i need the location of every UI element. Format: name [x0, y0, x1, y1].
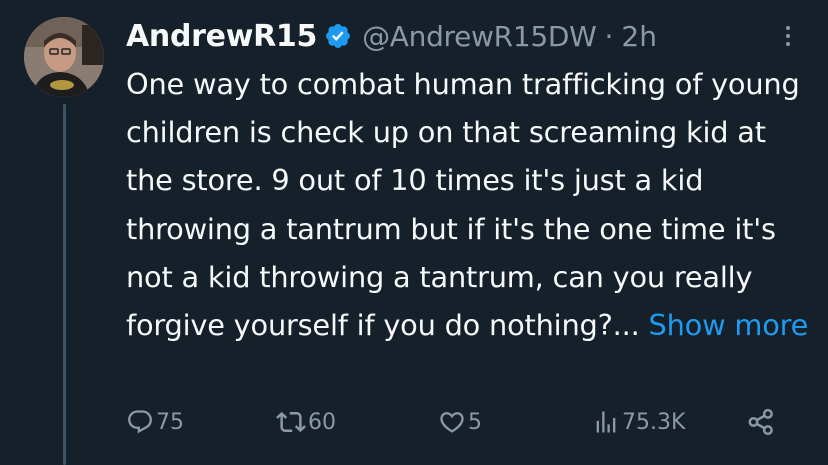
- views-count: 75.3K: [622, 409, 686, 435]
- reply-count: 75: [156, 409, 184, 435]
- thread-line: [63, 104, 66, 465]
- retweet-button[interactable]: 60: [276, 402, 336, 442]
- tweet: AndrewR15 @AndrewR15DW · 2h One way to c…: [0, 0, 828, 465]
- retweet-count: 60: [308, 409, 336, 435]
- verified-badge-icon: [324, 22, 352, 50]
- tweet-actions: 75 60 5 75.3K: [126, 402, 786, 442]
- retweet-icon: [276, 407, 306, 437]
- author-handle[interactable]: @AndrewR15DW: [362, 20, 597, 53]
- share-button[interactable]: [746, 402, 776, 442]
- show-more-link[interactable]: Show more: [649, 308, 809, 342]
- views-icon: [592, 408, 620, 436]
- more-options-icon[interactable]: [774, 20, 802, 52]
- like-button[interactable]: 5: [438, 402, 482, 442]
- like-count: 5: [468, 409, 482, 435]
- reply-button[interactable]: 75: [126, 402, 184, 442]
- reply-icon: [126, 408, 154, 436]
- views-button[interactable]: 75.3K: [592, 402, 685, 442]
- heart-icon: [438, 408, 466, 436]
- author-name[interactable]: AndrewR15: [126, 19, 317, 54]
- tweet-body: One way to combat human trafficking of y…: [126, 60, 816, 349]
- share-icon: [746, 407, 776, 437]
- tweet-text: One way to combat human trafficking of y…: [126, 67, 800, 343]
- header-separator: ·: [604, 19, 614, 53]
- avatar-photo: [24, 17, 104, 97]
- tweet-timestamp[interactable]: 2h: [621, 20, 657, 53]
- avatar[interactable]: [24, 17, 104, 97]
- tweet-header: AndrewR15 @AndrewR15DW · 2h: [126, 14, 657, 58]
